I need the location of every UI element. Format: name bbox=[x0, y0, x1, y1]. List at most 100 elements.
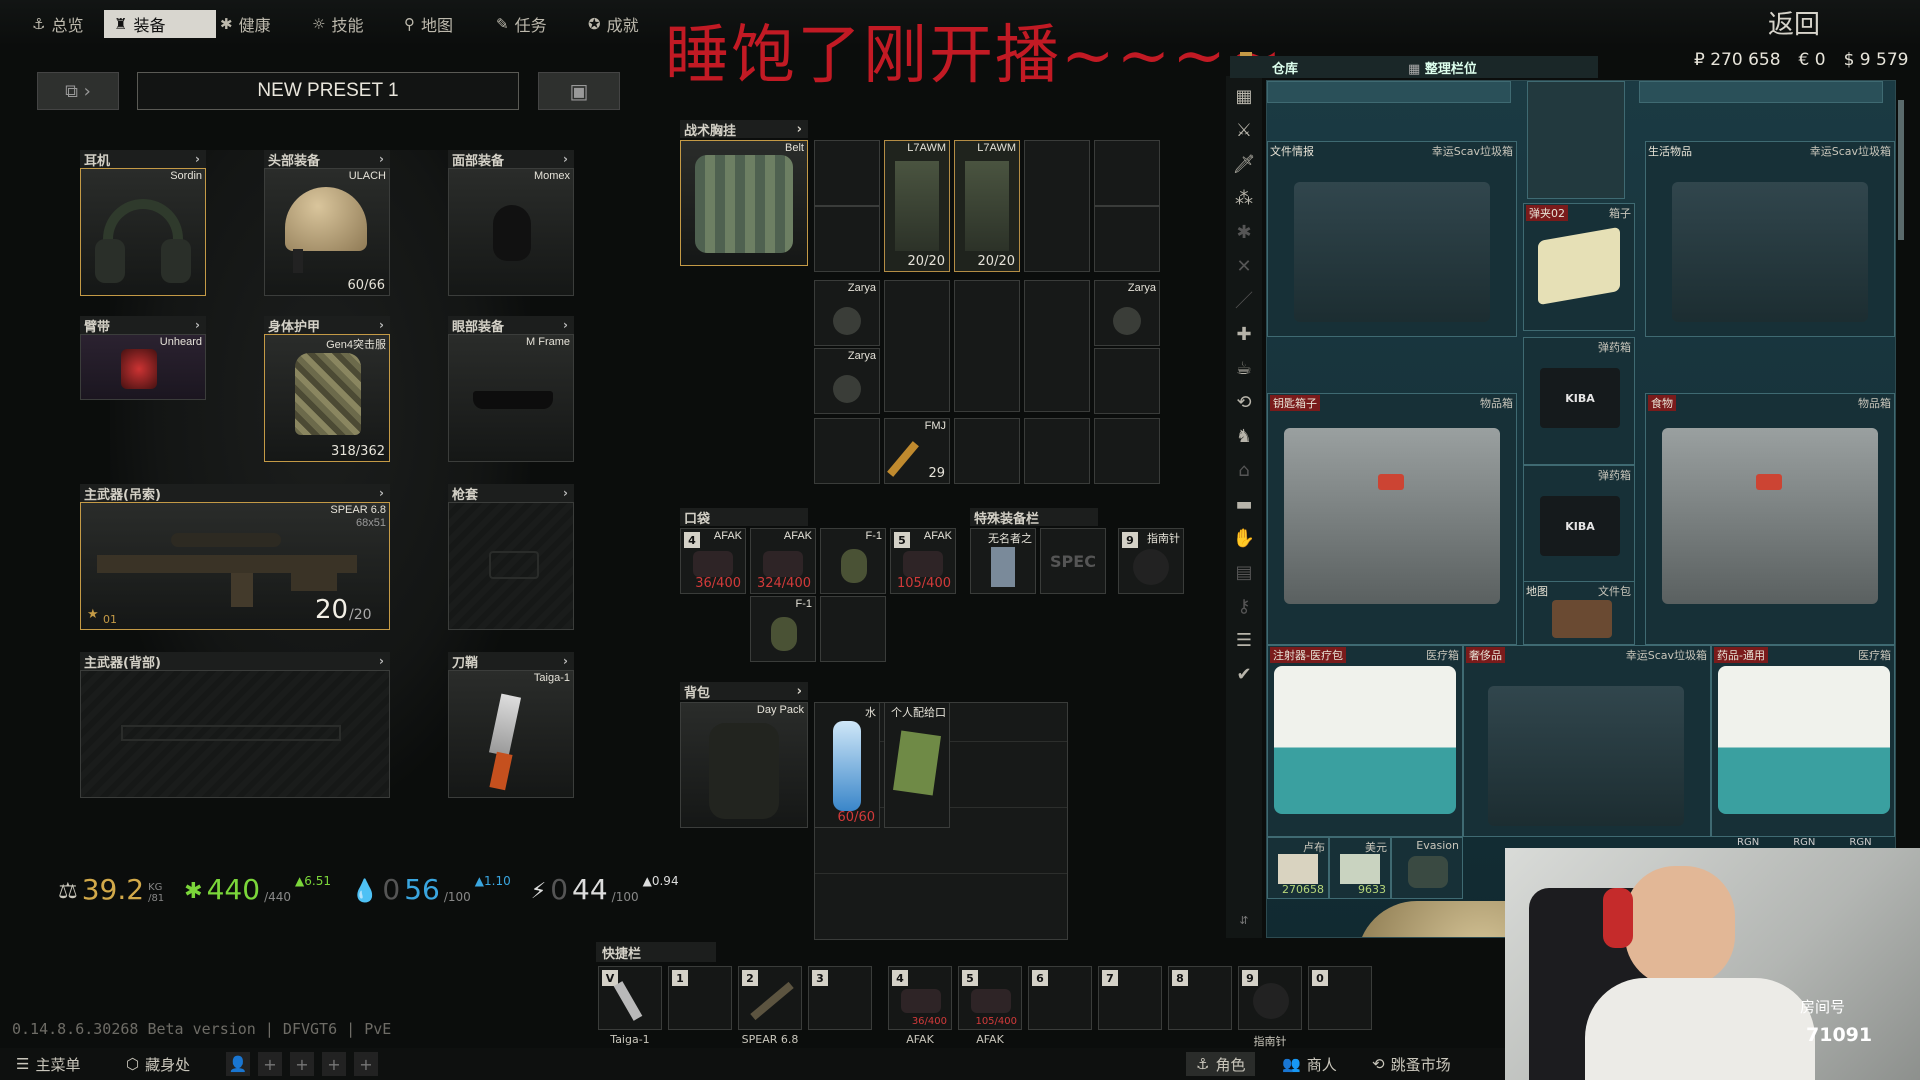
character-button[interactable]: ⚓ 角色 bbox=[1186, 1052, 1256, 1076]
pocket-3[interactable]: F-1 bbox=[820, 528, 886, 594]
rig-cell[interactable] bbox=[1094, 140, 1160, 206]
special-filter-icon[interactable]: ⚷ bbox=[1232, 594, 1256, 618]
ammo-filter-icon[interactable]: ⁂ bbox=[1232, 186, 1256, 210]
quick-slot-3[interactable]: 3 bbox=[808, 966, 872, 1030]
slot-headwear[interactable]: ULACH 60/66 bbox=[264, 168, 390, 296]
rig-cell[interactable] bbox=[954, 418, 1020, 484]
stash-tab[interactable]: 仓库 bbox=[1272, 58, 1298, 77]
slot-rig[interactable]: Belt bbox=[680, 140, 808, 266]
backpack-water[interactable]: 水 60/60 bbox=[814, 702, 880, 828]
profile-icon[interactable]: 👤 bbox=[226, 1052, 250, 1076]
slot-eyewear[interactable]: M Frame bbox=[448, 334, 574, 462]
pocket-cell[interactable] bbox=[820, 596, 886, 662]
stash-rubles[interactable]: 卢布 270658 bbox=[1267, 837, 1329, 899]
mod-filter-icon[interactable]: ／ bbox=[1232, 288, 1256, 312]
rig-cell[interactable] bbox=[884, 280, 950, 412]
pocket-5[interactable]: F-1 bbox=[750, 596, 816, 662]
quick-slot-8[interactable]: 8 bbox=[1168, 966, 1232, 1030]
slot-scabbard[interactable]: Taiga-1 bbox=[448, 670, 574, 798]
rig-mag-1[interactable]: L7AWM 20/20 bbox=[884, 140, 950, 272]
slot-armband[interactable]: Unheard bbox=[80, 334, 206, 400]
pocket-2[interactable]: AFAK 324/400 bbox=[750, 528, 816, 594]
add-slot-icon[interactable]: + bbox=[322, 1052, 346, 1076]
stash-box-docs[interactable]: 文件情报 幸运Scav垃圾箱 bbox=[1267, 141, 1517, 337]
tab-achievements[interactable]: ✪ 成就 bbox=[578, 10, 649, 38]
stash-box-luxury[interactable]: 奢侈品 幸运Scav垃圾箱 bbox=[1463, 645, 1711, 837]
stash-box-meds[interactable]: 药品-通用 医疗箱 bbox=[1711, 645, 1895, 837]
rig-ammo[interactable]: FMJ 29 bbox=[884, 418, 950, 484]
hideout-button[interactable]: ⬡ 藏身处 bbox=[126, 1052, 190, 1076]
rig-cell[interactable] bbox=[1094, 348, 1160, 414]
slot-facecover[interactable]: Momex bbox=[448, 168, 574, 296]
knife-filter-icon[interactable]: 🗡 bbox=[1232, 152, 1256, 176]
preset-name-field[interactable]: NEW PRESET 1 bbox=[137, 72, 519, 110]
barter-filter-icon[interactable]: ⟲ bbox=[1232, 390, 1256, 414]
main-menu-button[interactable]: ☰ 主菜单 bbox=[16, 1052, 80, 1076]
quick-slot-5[interactable]: 5 105/400 bbox=[958, 966, 1022, 1030]
rig-cell[interactable] bbox=[1024, 418, 1090, 484]
check-icon[interactable]: ✔ bbox=[1232, 662, 1256, 686]
map-filter-icon[interactable]: ▤ bbox=[1232, 560, 1256, 584]
rig-grenade-1[interactable]: Zarya bbox=[814, 280, 880, 346]
food-filter-icon[interactable]: ☕ bbox=[1232, 356, 1256, 380]
rig-cell[interactable] bbox=[1024, 280, 1090, 412]
stash-box-food[interactable]: 食物 物品箱 bbox=[1645, 393, 1895, 645]
slot-primary-back[interactable] bbox=[80, 670, 390, 798]
traders-button[interactable]: 👥 商人 bbox=[1282, 1052, 1337, 1076]
tab-tasks[interactable]: ✎ 任务 bbox=[486, 10, 557, 38]
quick-slot-0[interactable]: 0 bbox=[1308, 966, 1372, 1030]
rig-cell[interactable] bbox=[954, 280, 1020, 412]
stash-box-keys[interactable]: 钥匙箱子 物品箱 bbox=[1267, 393, 1517, 645]
quick-slot-7[interactable]: 7 bbox=[1098, 966, 1162, 1030]
stash-dollars[interactable]: 美元 9633 bbox=[1329, 837, 1391, 899]
sort-tab[interactable]: ▦ 整理栏位 bbox=[1408, 58, 1477, 77]
list-filter-icon[interactable]: ☰ bbox=[1232, 628, 1256, 652]
backpack-item[interactable] bbox=[1527, 81, 1625, 199]
stash-evasion[interactable]: Evasion bbox=[1391, 837, 1463, 899]
scroll-icon[interactable]: ⇵ bbox=[1232, 908, 1256, 932]
stash-box-medical[interactable]: 注射器-医疗包 医疗箱 bbox=[1267, 645, 1463, 837]
rig-grenade-2[interactable]: Zarya bbox=[814, 348, 880, 414]
grid-icon[interactable]: ▦ bbox=[1232, 84, 1256, 108]
stash-box-ammo-1[interactable]: 弹药箱 KIBA bbox=[1523, 337, 1635, 465]
weapon-filter-icon[interactable]: ⚔ bbox=[1232, 118, 1256, 142]
special-slot-1[interactable]: 无名者之 bbox=[970, 528, 1036, 594]
quick-slot-v[interactable]: V bbox=[598, 966, 662, 1030]
rig-cell[interactable] bbox=[1094, 418, 1160, 484]
slot-primary-sling[interactable]: SPEAR 6.8 68x51 ★ 01 20 /20 bbox=[80, 502, 390, 630]
rig-cell[interactable] bbox=[814, 418, 880, 484]
stash-box-living[interactable]: 生活物品 幸运Scav垃圾箱 bbox=[1645, 141, 1895, 337]
slot-armor[interactable]: Gen4突击服 318/362 bbox=[264, 334, 390, 462]
flea-market-button[interactable]: ⟲ 跳蚤市场 bbox=[1372, 1052, 1451, 1076]
keys-filter-icon[interactable]: ⌂ bbox=[1232, 458, 1256, 482]
rig-cell[interactable] bbox=[1094, 206, 1160, 272]
slot-holster[interactable] bbox=[448, 502, 574, 630]
rig-mag-2[interactable]: L7AWM 20/20 bbox=[954, 140, 1020, 272]
rig-cell[interactable] bbox=[1024, 140, 1090, 272]
quick-slot-1[interactable]: 1 bbox=[668, 966, 732, 1030]
pocket-4[interactable]: 5 AFAK 105/400 bbox=[890, 528, 956, 594]
special-slot-3[interactable]: 9 指南针 bbox=[1118, 528, 1184, 594]
special-slot-2[interactable]: SPEC bbox=[1040, 528, 1106, 594]
medical-filter-icon[interactable]: ✚ bbox=[1232, 322, 1256, 346]
add-slot-icon[interactable]: + bbox=[354, 1052, 378, 1076]
backpack-ration[interactable]: 个人配给口 bbox=[884, 702, 950, 828]
gear-filter-icon[interactable]: ✱ bbox=[1232, 220, 1256, 244]
preset-save-button[interactable]: ▣ bbox=[538, 72, 620, 110]
tab-health[interactable]: ✱ 健康 bbox=[210, 10, 281, 38]
stash-scrollbar[interactable] bbox=[1898, 100, 1904, 240]
add-slot-icon[interactable]: + bbox=[258, 1052, 282, 1076]
rig-cell[interactable] bbox=[814, 140, 880, 206]
slot-backpack[interactable]: Day Pack bbox=[680, 702, 808, 828]
pocket-1[interactable]: 4 AFAK 36/400 bbox=[680, 528, 746, 594]
stash-box-ammo-2[interactable]: 弹药箱 KIBA bbox=[1523, 465, 1635, 593]
quick-slot-6[interactable]: 6 bbox=[1028, 966, 1092, 1030]
quick-slot-9[interactable]: 9 bbox=[1238, 966, 1302, 1030]
preset-list-button[interactable]: ⧉ › bbox=[37, 72, 119, 110]
add-slot-icon[interactable]: + bbox=[290, 1052, 314, 1076]
tab-gear[interactable]: ♜ 装备 bbox=[104, 10, 216, 38]
tab-overview[interactable]: ⚓ 总览 bbox=[22, 10, 93, 38]
rig-cell[interactable] bbox=[814, 206, 880, 272]
quick-slot-2[interactable]: 2 bbox=[738, 966, 802, 1030]
quick-slot-4[interactable]: 4 36/400 bbox=[888, 966, 952, 1030]
